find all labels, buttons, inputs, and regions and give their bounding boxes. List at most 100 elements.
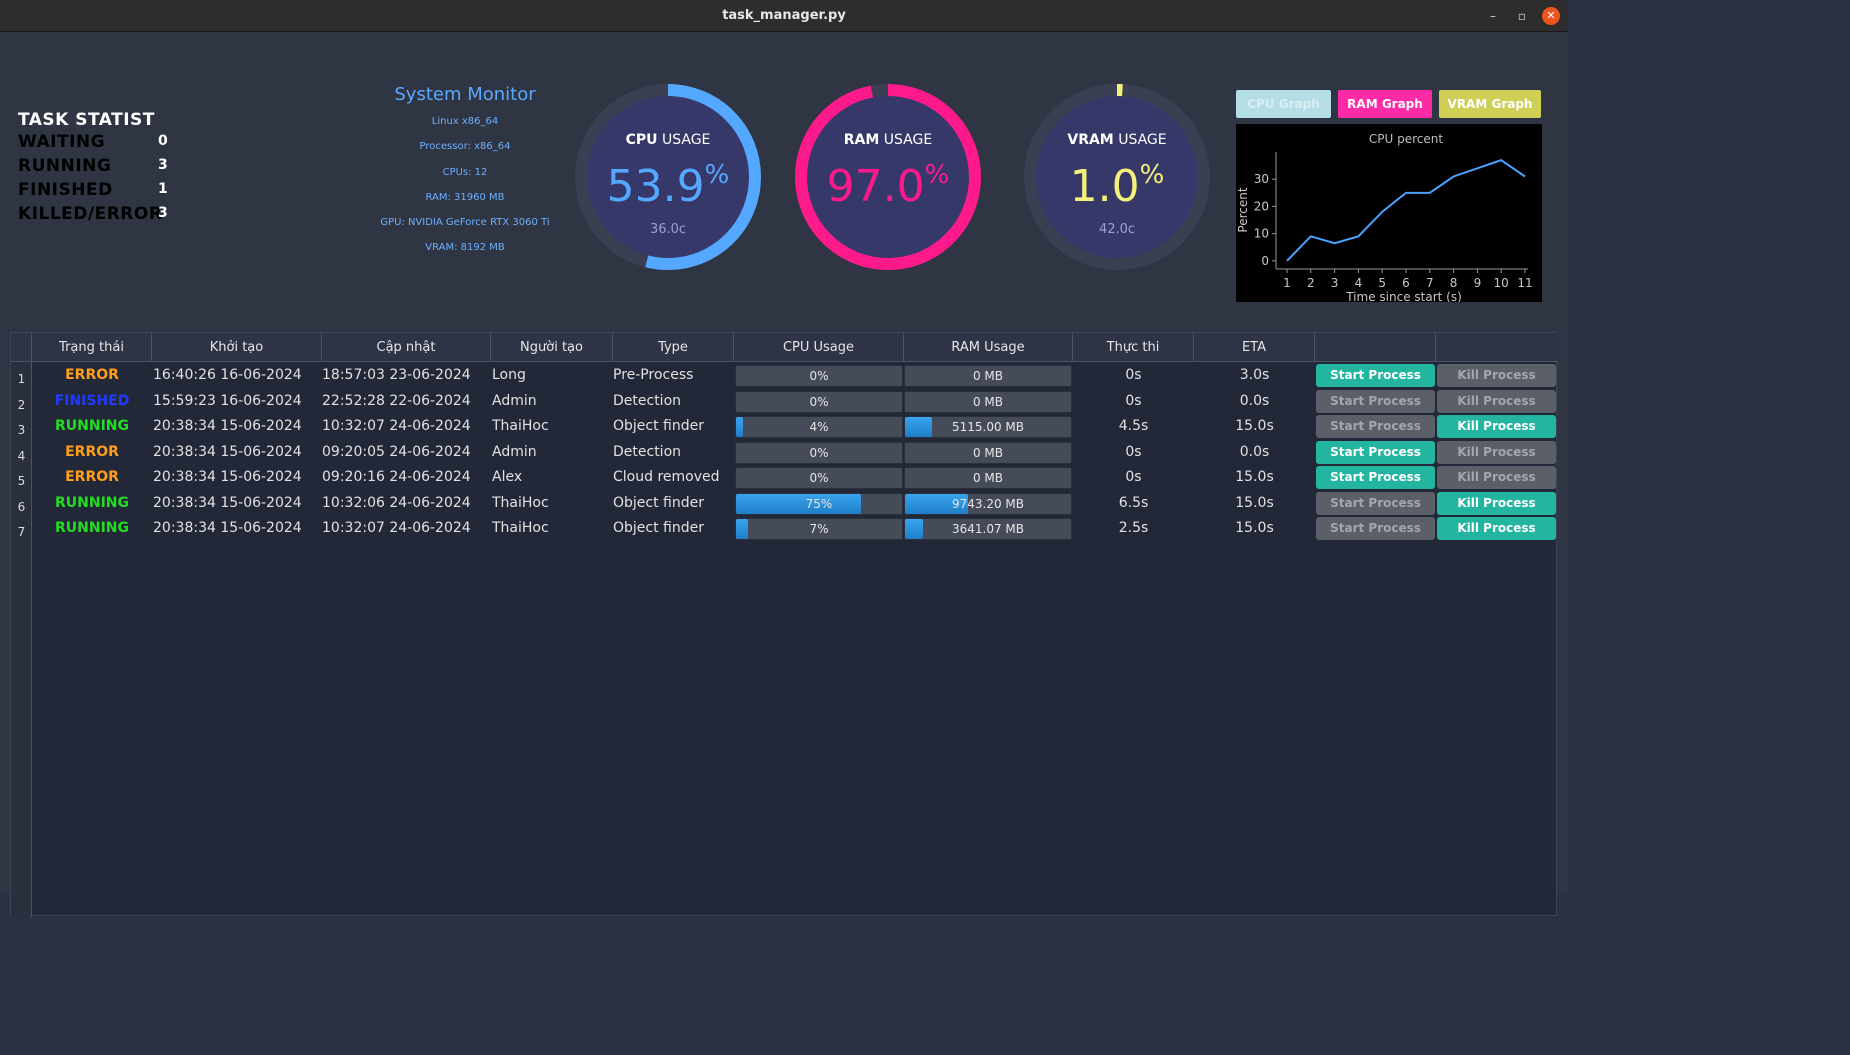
- x-tick-label: 10: [1494, 276, 1509, 290]
- table-row[interactable]: 4 ERROR 20:38:34 15-06-2024 09:20:05 24-06-…: [11, 440, 1557, 465]
- stat-label: KILLED/ERROR: [18, 204, 163, 224]
- kill-process-button[interactable]: Kill Process: [1437, 440, 1556, 464]
- table-row[interactable]: 6 RUNNING 20:38:34 15-06-2024 10:32:06 24-0…: [11, 491, 1557, 516]
- col-start-header[interactable]: [1315, 333, 1436, 362]
- info-vram: VRAM: 8192 MB: [425, 242, 505, 254]
- kill-process-button[interactable]: Kill Process: [1437, 491, 1556, 515]
- col-created-header[interactable]: Khởi tạo: [152, 333, 322, 362]
- ram-usage-text: 0 MB: [972, 445, 1004, 460]
- exec-time-cell: 0s: [1125, 392, 1142, 409]
- x-tick-label: 5: [1378, 276, 1386, 290]
- ram-graph-button[interactable]: RAM Graph: [1338, 90, 1432, 118]
- updated-cell: 22:52:28 22-06-2024: [322, 392, 471, 409]
- kill-process-button[interactable]: Kill Process: [1437, 415, 1556, 438]
- table-row[interactable]: 1 ERROR 16:40:26 16-06-2024 18:57:03 23-06-…: [11, 363, 1557, 388]
- start-process-button[interactable]: Start Process: [1316, 491, 1435, 515]
- exec-time-cell: 0s: [1125, 367, 1142, 383]
- kill-process-button[interactable]: Kill Process: [1437, 389, 1556, 413]
- corner-header: [11, 333, 32, 362]
- app-body: TASK STATIST WAITING 0 RUNNING 3 FINISHE…: [0, 32, 1568, 917]
- cpu-usage-text: 4%: [809, 420, 829, 434]
- stat-finished: FINISHED 1: [18, 178, 178, 202]
- ram-usage-text: 0 MB: [972, 394, 1004, 409]
- gauge-temperature: 36.0c: [649, 222, 687, 237]
- cpu-usage-bar: 75%: [735, 492, 903, 515]
- cpu-usage-bar: 0%: [735, 390, 903, 413]
- status-cell: ERROR: [65, 443, 119, 460]
- stat-killed-error: KILLED/ERROR 3: [18, 202, 178, 226]
- kill-process-button[interactable]: Kill Process: [1437, 517, 1556, 540]
- updated-cell: 10:32:06 24-06-2024: [322, 494, 471, 511]
- maximize-icon[interactable]: ▫: [1513, 7, 1531, 25]
- col-kill-header[interactable]: [1436, 333, 1557, 362]
- table-row[interactable]: 5 ERROR 20:38:34 15-06-2024 09:20:16 24-06-…: [11, 465, 1557, 490]
- cpu-usage-text: 75%: [805, 496, 833, 511]
- ram-usage-bar: 9743.20 MB: [904, 492, 1072, 515]
- row-number: 7: [17, 525, 26, 539]
- start-process-button[interactable]: Start Process: [1316, 466, 1435, 489]
- x-tick-label: 7: [1426, 276, 1434, 290]
- table-row[interactable]: 3 RUNNING 20:38:34 15-06-2024 10:32:07 24-0…: [11, 414, 1557, 439]
- table-row[interactable]: 7 RUNNING 20:38:34 15-06-2024 10:32:07 24-0…: [11, 516, 1557, 541]
- close-icon[interactable]: ✕: [1542, 7, 1560, 25]
- vram-graph-button[interactable]: VRAM Graph: [1439, 90, 1541, 118]
- type-cell: Cloud removed: [613, 469, 720, 485]
- ram-usage-bar: 0 MB: [904, 365, 1072, 387]
- exec-time-cell: 0s: [1125, 443, 1142, 460]
- stat-value: 3: [158, 205, 168, 221]
- ram-gauge: RAM USAGE 97.0%: [793, 82, 983, 272]
- col-ram-header[interactable]: RAM Usage: [904, 333, 1073, 362]
- gauge-value: 97.0%: [826, 160, 950, 212]
- created-cell: 20:38:34 15-06-2024: [153, 494, 302, 511]
- table-header: Trạng thái Khởi tạo Cập nhật Người tạo T…: [11, 333, 1558, 362]
- eta-cell: 15.0s: [1235, 469, 1274, 485]
- kill-process-button[interactable]: Kill Process: [1437, 466, 1556, 489]
- gauge-label: VRAM USAGE: [1067, 132, 1167, 148]
- col-eta-header[interactable]: ETA: [1194, 333, 1315, 362]
- table-row[interactable]: 2 FINISHED 15:59:23 16-06-2024 22:52:28 22-…: [11, 389, 1557, 414]
- task-statistics: TASK STATIST WAITING 0 RUNNING 3 FINISHE…: [18, 110, 178, 226]
- created-cell: 20:38:34 15-06-2024: [153, 443, 302, 460]
- type-cell: Detection: [613, 443, 682, 460]
- kill-process-button[interactable]: Kill Process: [1437, 364, 1556, 387]
- stat-value: 0: [158, 133, 168, 149]
- info-ram: RAM: 31960 MB: [425, 191, 505, 203]
- creator-cell: ThaiHoc: [492, 418, 549, 434]
- minimize-icon[interactable]: –: [1484, 7, 1502, 25]
- start-process-button[interactable]: Start Process: [1316, 389, 1435, 413]
- cpu-usage-bar: 0%: [735, 441, 903, 464]
- col-exec-header[interactable]: Thực thi: [1073, 333, 1194, 362]
- x-tick-label: 6: [1402, 276, 1410, 290]
- type-cell: Object finder: [613, 494, 704, 511]
- task-table: Trạng thái Khởi tạo Cập nhật Người tạo T…: [10, 332, 1558, 917]
- exec-time-cell: 2.5s: [1118, 520, 1149, 536]
- start-process-button[interactable]: Start Process: [1316, 440, 1435, 464]
- vram-gauge: VRAM USAGE 1.0% 42.0c: [1022, 82, 1212, 272]
- col-creator-header[interactable]: Người tạo: [491, 333, 613, 362]
- x-tick-label: 9: [1474, 276, 1482, 290]
- x-tick-label: 2: [1307, 276, 1315, 290]
- cpu-usage-text: 0%: [809, 394, 829, 409]
- col-updated-header[interactable]: Cập nhật: [322, 333, 491, 362]
- cpu-percent-chart: 0 10 20 30 1 2 3 4 5 6 7 8 9 10 11 CPU percent Time sinc…: [1236, 124, 1542, 304]
- y-axis-label: Percent: [1236, 187, 1250, 232]
- eta-cell: 3.0s: [1239, 367, 1270, 383]
- col-status-header[interactable]: Trạng thái: [32, 333, 152, 362]
- start-process-button[interactable]: Start Process: [1316, 517, 1435, 540]
- gauge-temperature: 42.0c: [1098, 222, 1136, 237]
- gauge-value: 53.9%: [606, 160, 730, 212]
- cpu-graph-button[interactable]: CPU Graph: [1236, 90, 1331, 118]
- system-info: System Monitor Linux x86_64 Processor: x…: [380, 84, 550, 265]
- ram-usage-text: 0 MB: [972, 471, 1004, 485]
- start-process-button[interactable]: Start Process: [1316, 364, 1435, 387]
- chart-plot: 0 10 20 30 1 2 3 4 5 6 7 8 9 10 11 CPU percent Time sinc…: [1236, 132, 1533, 304]
- col-type-header[interactable]: Type: [613, 333, 734, 362]
- start-process-button[interactable]: Start Process: [1316, 415, 1435, 438]
- window-titlebar: task_manager.py – ▫ ✕: [0, 0, 1568, 32]
- type-cell: Object finder: [613, 520, 704, 536]
- x-tick-label: 11: [1517, 276, 1532, 290]
- status-cell: RUNNING: [55, 418, 129, 434]
- chart-title: CPU percent: [1369, 132, 1443, 146]
- col-cpu-header[interactable]: CPU Usage: [734, 333, 904, 362]
- cpu-gauge: CPU USAGE 53.9% 36.0c: [573, 82, 763, 272]
